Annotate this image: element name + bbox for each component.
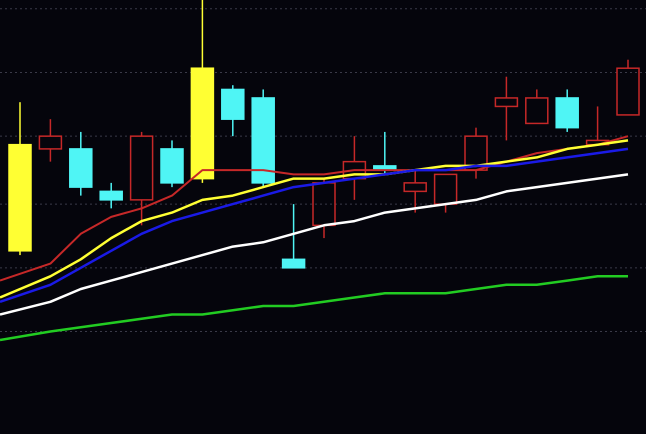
candle-body bbox=[190, 67, 215, 180]
candle-body bbox=[160, 148, 184, 184]
candle-body bbox=[8, 143, 32, 252]
candle-body bbox=[69, 148, 93, 188]
candlestick-chart bbox=[0, 0, 646, 434]
candle-body bbox=[555, 97, 579, 129]
candle-body bbox=[281, 258, 306, 269]
candle bbox=[251, 89, 275, 188]
candle-body bbox=[221, 88, 245, 120]
chart-background bbox=[0, 0, 646, 434]
candle-body bbox=[99, 190, 123, 201]
